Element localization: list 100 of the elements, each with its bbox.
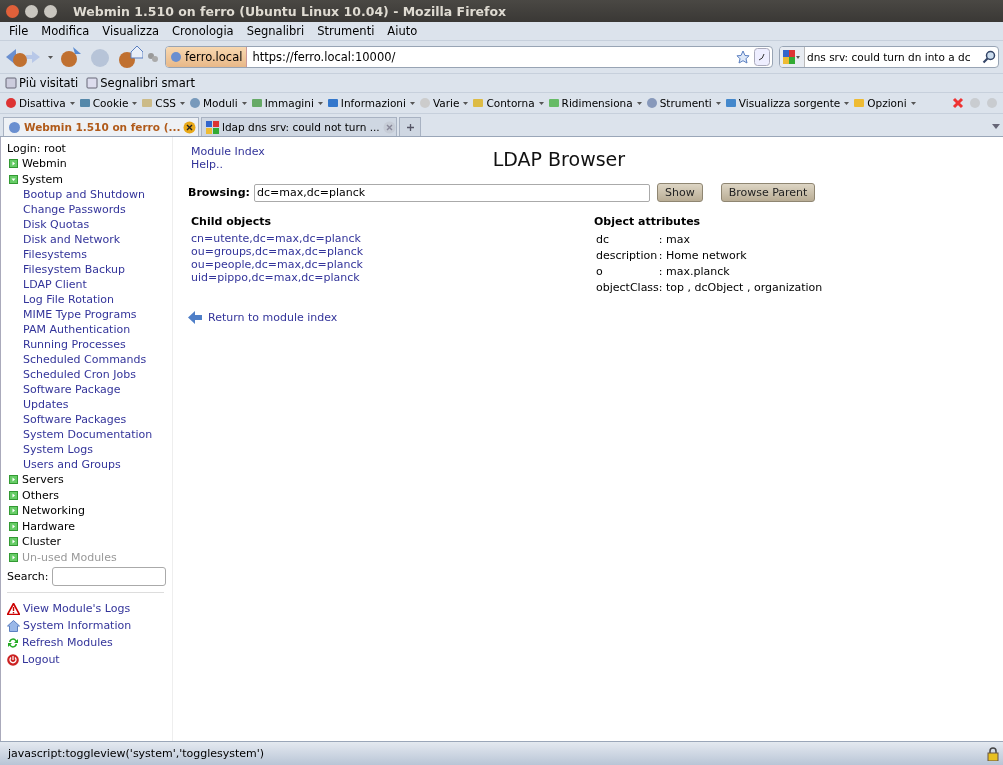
show-button[interactable]: Show [656, 183, 703, 202]
sidebar-link[interactable]: Logout [22, 651, 60, 668]
dropdown-caret-icon[interactable] [132, 101, 138, 105]
child-object-link[interactable]: ou=groups,dc=max,dc=planck [191, 245, 594, 258]
toolbar-menu[interactable]: Moduli [189, 97, 247, 109]
toolbar-menu[interactable]: CSS [141, 97, 186, 109]
sidebar-link[interactable]: System Information [23, 617, 132, 634]
child-object-link[interactable]: cn=utente,dc=max,dc=planck [191, 232, 594, 245]
module-link[interactable]: Log File Rotation [23, 292, 165, 307]
menu-item[interactable]: Visualizza [102, 24, 159, 38]
dropdown-caret-icon[interactable] [69, 101, 75, 105]
dropdown-caret-icon[interactable] [48, 55, 53, 59]
menu-item[interactable]: Strumenti [317, 24, 375, 38]
module-link[interactable]: Users and Groups [23, 457, 165, 472]
collapse-icon[interactable] [9, 174, 18, 184]
toolbar-menu[interactable]: Varie [418, 97, 469, 109]
home-icon[interactable] [117, 44, 143, 70]
module-link[interactable]: Bootup and Shutdown [23, 187, 165, 202]
dropdown-caret-icon[interactable] [463, 101, 469, 105]
menu-item[interactable]: File [9, 24, 29, 38]
dropdown-caret-icon[interactable] [538, 101, 544, 105]
search-icon[interactable] [982, 50, 996, 64]
toolbar-menu[interactable]: Strumenti [645, 97, 721, 109]
toolbar-menu[interactable]: Contorna [472, 97, 544, 109]
search-field[interactable] [51, 567, 166, 586]
browser-tab[interactable]: ldap dns srv: could not turn ... [201, 117, 397, 136]
category-link[interactable]: Networking [22, 503, 85, 519]
menu-item[interactable]: Aiuto [387, 24, 418, 38]
child-object-link[interactable]: uid=pippo,dc=max,dc=planck [191, 271, 594, 284]
browser-tab[interactable]: Webmin 1.510 on ferro (... [3, 117, 199, 136]
return-link[interactable]: Return to module index [208, 311, 338, 324]
category-link[interactable]: Servers [22, 472, 64, 488]
sidebar-link[interactable]: View Module's Logs [23, 600, 131, 617]
attribute-value: : Home network [658, 248, 748, 264]
close-button[interactable] [6, 4, 19, 18]
module-link[interactable]: Running Processes [23, 337, 165, 352]
star-icon[interactable] [736, 50, 750, 64]
module-link[interactable]: Software Package Updates [23, 382, 165, 412]
toolbar-menu[interactable]: Opzioni [853, 97, 916, 109]
module-link[interactable]: Scheduled Commands [23, 352, 165, 367]
module-link[interactable]: LDAP Client [23, 277, 165, 292]
bookmark-item[interactable]: Segnalibri smart [86, 76, 196, 90]
dropdown-caret-icon[interactable] [715, 101, 721, 105]
menu-item[interactable]: Cronologia [172, 24, 234, 38]
expand-icon[interactable] [9, 475, 18, 485]
dropdown-caret-icon[interactable] [910, 101, 916, 105]
search-engine-icon[interactable] [783, 50, 801, 64]
category-link[interactable]: System [22, 171, 64, 187]
module-link[interactable]: Disk Quotas [23, 217, 165, 232]
expand-icon[interactable] [9, 506, 18, 516]
expand-icon[interactable] [9, 159, 18, 169]
module-link[interactable]: PAM Authentication [23, 322, 165, 337]
category-link[interactable]: Webmin [22, 156, 67, 172]
toolbar-menu[interactable]: Disattiva [5, 97, 75, 109]
attribute-name: description [596, 248, 659, 264]
search-field[interactable]: dns srv: could turn dn into a dc [779, 46, 999, 68]
dropdown-caret-icon[interactable] [409, 101, 415, 105]
child-object-link[interactable]: ou=people,dc=max,dc=planck [191, 258, 594, 271]
module-link[interactable]: Change Passwords [23, 202, 165, 217]
dropdown-caret-icon[interactable] [844, 101, 850, 105]
site-identity-button[interactable]: ferro.local [166, 47, 248, 67]
module-link[interactable]: Software Packages [23, 412, 165, 427]
dn-field[interactable]: dc=max,dc=planck [253, 183, 650, 202]
dropdown-caret-icon[interactable] [180, 101, 186, 105]
expand-icon[interactable] [9, 537, 18, 547]
toolbar-menu[interactable]: Ridimensiona [547, 97, 642, 109]
top-link[interactable]: Module Index [191, 145, 265, 158]
maximize-button[interactable] [44, 4, 57, 18]
browse-parent-button[interactable]: Browse Parent [720, 183, 816, 202]
dropdown-caret-icon[interactable] [636, 101, 642, 105]
tab-list-icon[interactable] [992, 124, 1000, 129]
expand-icon[interactable] [9, 521, 18, 531]
tab-close-icon[interactable] [183, 120, 197, 134]
expand-icon[interactable] [9, 490, 18, 500]
url-field[interactable]: ferro.local https://ferro.local:10000/ [165, 46, 773, 68]
module-link[interactable]: Filesystem Backup [23, 262, 165, 277]
module-link[interactable]: Disk and Network Filesystems [23, 232, 165, 262]
close-icon[interactable] [952, 97, 964, 109]
module-link[interactable]: Scheduled Cron Jobs [23, 367, 165, 382]
category-link[interactable]: Hardware [22, 518, 76, 534]
toolbar-menu[interactable]: Immagini [250, 97, 323, 109]
category-link[interactable]: Cluster [22, 534, 62, 550]
dropdown-caret-icon[interactable] [241, 101, 247, 105]
toolbar-menu[interactable]: Informazioni [326, 97, 415, 109]
dropdown-caret-icon[interactable] [317, 101, 323, 105]
folder-icon [5, 77, 17, 89]
bookmark-item[interactable]: Più visitati [5, 76, 79, 90]
module-link[interactable]: System Documentation [23, 427, 165, 442]
toolbar-menu[interactable]: Cookie [78, 97, 138, 109]
minimize-button[interactable] [25, 4, 38, 18]
module-link[interactable]: MIME Type Programs [23, 307, 165, 322]
menu-item[interactable]: Segnalibri [246, 24, 305, 38]
toolbar-menu[interactable]: Visualizza sorgente [724, 97, 850, 109]
category-link[interactable]: Others [22, 487, 59, 503]
menu-item[interactable]: Modifica [41, 24, 90, 38]
new-tab-button[interactable] [399, 117, 421, 136]
top-link[interactable]: Help.. [191, 158, 265, 171]
dots-icon[interactable] [147, 51, 159, 63]
sidebar-link[interactable]: Refresh Modules [22, 634, 113, 651]
module-link[interactable]: System Logs [23, 442, 165, 457]
